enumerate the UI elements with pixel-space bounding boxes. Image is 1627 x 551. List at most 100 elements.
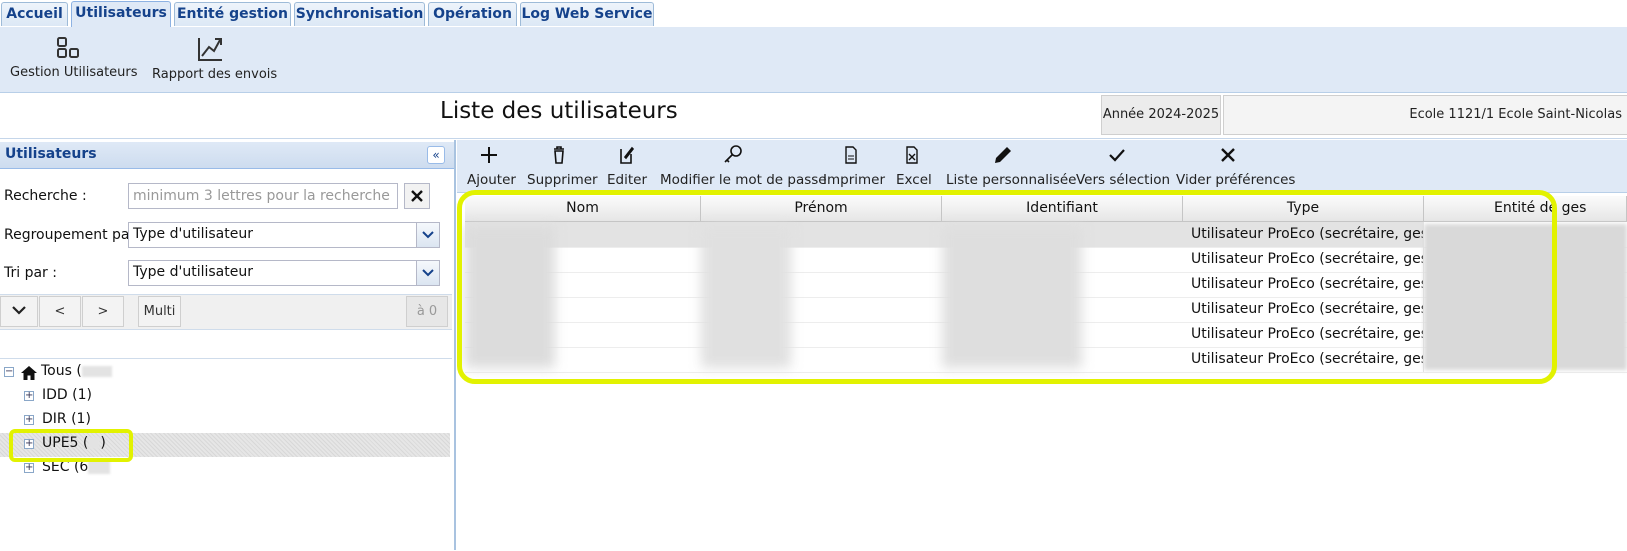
excel-button[interactable]: Excel bbox=[896, 144, 932, 188]
grid-cell-type: Utilisateur ProEco (secrétaire, gestio..… bbox=[1183, 247, 1424, 272]
to-selection-button[interactable]: Vers sélection bbox=[1076, 144, 1170, 188]
collapse-node-icon[interactable]: − bbox=[4, 367, 14, 377]
chevron-down-icon[interactable] bbox=[416, 261, 439, 285]
add-button[interactable]: Ajouter bbox=[467, 144, 516, 188]
column-header-entite-gestion[interactable]: Entité de ges bbox=[1424, 196, 1627, 221]
column-header-identifiant[interactable]: Identifiant bbox=[942, 196, 1183, 221]
tab-entite-gestion[interactable]: Entité gestion bbox=[174, 2, 291, 26]
redacted-prenom bbox=[701, 226, 791, 368]
clear-preferences-label: Vider préférences bbox=[1176, 172, 1296, 188]
close-icon bbox=[411, 190, 423, 202]
edit-button[interactable]: Editer bbox=[607, 144, 647, 188]
page-header: Liste des utilisateurs Année 2024-2025 E… bbox=[0, 93, 1627, 139]
tree-node-upe5[interactable]: + UPE5 () bbox=[0, 433, 450, 457]
rapport-envois-label: Rapport des envois bbox=[152, 67, 278, 82]
tab-operation[interactable]: Opération bbox=[428, 2, 517, 26]
pdf-file-icon bbox=[845, 146, 857, 164]
delete-label: Supprimer bbox=[527, 172, 598, 188]
custom-list-button[interactable]: Liste personnalisée bbox=[946, 144, 1076, 188]
expand-node-icon[interactable]: + bbox=[24, 439, 34, 449]
grid-cell-type: Utilisateur ProEco (secrétaire, gestio..… bbox=[1183, 347, 1424, 372]
redacted-nom bbox=[465, 226, 555, 368]
group-by-select[interactable]: Type d'utilisateur bbox=[128, 222, 440, 248]
expand-node-icon[interactable]: + bbox=[24, 463, 34, 473]
print-button[interactable]: Imprimer bbox=[823, 144, 885, 188]
multi-select-button[interactable]: Multi bbox=[138, 296, 181, 327]
delete-button[interactable]: Supprimer bbox=[527, 144, 598, 188]
trash-icon bbox=[554, 146, 564, 164]
tree-node-label: SEC (6 bbox=[42, 459, 111, 475]
tree-node-label: Tous ( bbox=[41, 363, 112, 379]
grid-cell-type: Utilisateur ProEco (secrétaire, gestio..… bbox=[1183, 222, 1424, 247]
check-icon bbox=[1109, 149, 1125, 162]
tree-node-label: IDD (1) bbox=[42, 387, 92, 403]
rapport-envois-button[interactable]: Rapport des envois bbox=[152, 35, 277, 82]
grid-cell-type: Utilisateur ProEco (secrétaire, gestio..… bbox=[1183, 297, 1424, 322]
tree-node-idd[interactable]: + IDD (1) bbox=[0, 385, 450, 409]
gestion-utilisateurs-button[interactable]: Gestion Utilisateurs bbox=[10, 35, 138, 80]
expand-node-icon[interactable]: + bbox=[24, 415, 34, 425]
ribbon-toolbar: Gestion Utilisateurs Rapport des envois bbox=[0, 27, 1627, 93]
report-chart-icon bbox=[197, 38, 222, 61]
panel-header: Utilisateurs « bbox=[0, 142, 454, 169]
sort-by-select[interactable]: Type d'utilisateur bbox=[128, 260, 440, 286]
excel-label: Excel bbox=[896, 172, 932, 188]
page-title: Liste des utilisateurs bbox=[440, 98, 678, 124]
plus-icon bbox=[481, 147, 497, 163]
selection-count-button[interactable]: à 0 bbox=[406, 296, 448, 327]
users-grid: Nom Prénom Identifiant Type Entité de ge… bbox=[457, 190, 1627, 384]
previous-button[interactable]: < bbox=[39, 296, 81, 327]
next-button[interactable]: > bbox=[82, 296, 124, 327]
change-password-label: Modifier le mot de passe bbox=[660, 172, 827, 188]
tree-node-sec[interactable]: + SEC (6 bbox=[0, 457, 450, 481]
tree-node-label: UPE5 () bbox=[42, 435, 106, 451]
edit-label: Editer bbox=[607, 172, 647, 188]
school-badge: Ecole 1121/1 Ecole Saint-Nicolas bbox=[1223, 95, 1627, 135]
clear-preferences-button[interactable]: Vider préférences bbox=[1176, 144, 1295, 188]
column-header-prenom[interactable]: Prénom bbox=[701, 196, 942, 221]
change-password-button[interactable]: Modifier le mot de passe bbox=[660, 144, 827, 188]
sort-by-value: Type d'utilisateur bbox=[133, 264, 253, 280]
user-group-tree: − Tous ( + IDD (1) + DIR (1) + UPE5 () +… bbox=[0, 358, 452, 551]
to-selection-label: Vers sélection bbox=[1076, 172, 1171, 188]
redacted-entite bbox=[1424, 224, 1627, 370]
sort-by-label: Tri par : bbox=[4, 265, 57, 281]
double-chevron-left-icon: « bbox=[432, 148, 440, 162]
print-label: Imprimer bbox=[823, 172, 886, 188]
group-by-label: Regroupement par : bbox=[4, 227, 145, 243]
chevron-down-icon bbox=[12, 306, 26, 315]
users-grid-icon bbox=[57, 37, 79, 58]
column-header-nom[interactable]: Nom bbox=[465, 196, 701, 221]
collapse-panel-button[interactable]: « bbox=[427, 146, 445, 164]
navigation-bar: < > Multi à 0 bbox=[0, 294, 452, 330]
group-by-value: Type d'utilisateur bbox=[133, 226, 253, 242]
year-badge: Année 2024-2025 bbox=[1101, 95, 1221, 135]
expand-all-button[interactable] bbox=[0, 296, 38, 327]
tab-accueil[interactable]: Accueil bbox=[1, 2, 68, 26]
users-list-area: Ajouter Supprimer Editer Modifier le mot… bbox=[457, 140, 1627, 550]
search-label: Recherche : bbox=[4, 188, 87, 204]
add-label: Ajouter bbox=[467, 172, 516, 188]
tab-synchronisation[interactable]: Synchronisation bbox=[294, 2, 425, 26]
custom-list-label: Liste personnalisée bbox=[946, 172, 1077, 188]
tree-node-tous[interactable]: − Tous ( bbox=[0, 361, 450, 385]
list-toolbar: Ajouter Supprimer Editer Modifier le mot… bbox=[457, 140, 1627, 193]
main-tab-bar: Accueil Utilisateurs Entité gestion Sync… bbox=[0, 0, 1627, 28]
users-filter-panel: Utilisateurs « Recherche : Regroupement … bbox=[0, 140, 456, 550]
redacted-identifiant bbox=[942, 226, 1082, 368]
home-icon bbox=[21, 366, 37, 380]
tree-node-dir[interactable]: + DIR (1) bbox=[0, 409, 450, 433]
key-icon bbox=[724, 145, 742, 163]
clear-search-button[interactable] bbox=[404, 183, 430, 209]
edit-icon bbox=[620, 146, 634, 164]
chevron-down-icon[interactable] bbox=[416, 223, 439, 247]
expand-node-icon[interactable]: + bbox=[24, 391, 34, 401]
gestion-utilisateurs-label: Gestion Utilisateurs bbox=[10, 65, 138, 80]
column-header-type[interactable]: Type bbox=[1183, 196, 1424, 221]
excel-file-icon bbox=[906, 146, 918, 164]
close-icon bbox=[1221, 148, 1235, 162]
tab-utilisateurs[interactable]: Utilisateurs bbox=[71, 1, 171, 27]
tab-log-web-service[interactable]: Log Web Service bbox=[520, 2, 654, 26]
pencil-icon bbox=[994, 147, 1011, 163]
search-input[interactable] bbox=[128, 183, 398, 209]
